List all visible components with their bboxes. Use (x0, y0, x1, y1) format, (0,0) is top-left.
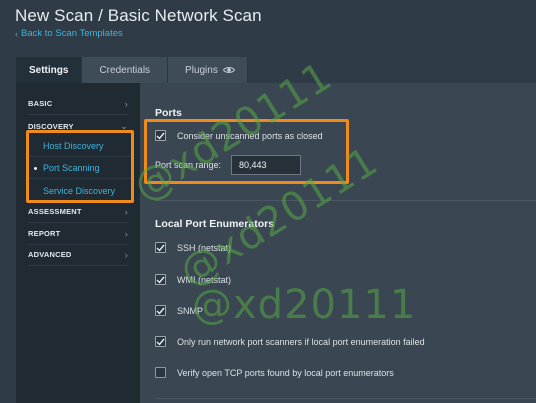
watermark-text: @xd20111 (192, 282, 417, 328)
tab-plugins[interactable]: Plugins (168, 57, 248, 83)
ssh-netstat-checkbox[interactable] (155, 242, 166, 253)
section-divider (155, 398, 536, 399)
sidebar-item-advanced[interactable]: ADVANCED › (28, 244, 128, 266)
only-run-network-scanners-option[interactable]: Only run network port scanners if local … (155, 336, 425, 347)
sidebar-highlight-box (26, 130, 134, 203)
verify-open-tcp-ports-option[interactable]: Verify open TCP ports found by local por… (155, 367, 394, 378)
page-header: New Scan / Basic Network Scan ‹ Back to … (0, 0, 536, 50)
chevron-right-icon: › (124, 206, 128, 217)
sidebar-item-report[interactable]: REPORT › (28, 223, 128, 245)
chevron-right-icon: › (124, 228, 128, 239)
checkmark-icon (156, 276, 165, 284)
back-link-label: Back to Scan Templates (21, 28, 123, 39)
eye-icon[interactable] (222, 66, 235, 74)
verify-open-tcp-ports-label: Verify open TCP ports found by local por… (177, 367, 394, 378)
tab-bar: Settings Credentials Plugins (16, 57, 248, 83)
chevron-right-icon: › (124, 249, 128, 260)
only-run-network-scanners-label: Only run network port scanners if local … (177, 336, 425, 347)
chevron-left-icon: ‹ (15, 28, 18, 39)
sidebar-item-basic[interactable]: BASIC › (28, 93, 128, 115)
page-title: New Scan / Basic Network Scan (15, 6, 262, 25)
wmi-netstat-checkbox[interactable] (155, 274, 166, 285)
sidebar-item-assessment[interactable]: ASSESSMENT › (28, 201, 128, 223)
chevron-right-icon: › (124, 98, 128, 109)
tab-settings[interactable]: Settings (16, 57, 83, 83)
verify-open-tcp-ports-checkbox[interactable] (155, 367, 166, 378)
tab-plugins-label: Plugins (185, 64, 218, 76)
sidebar-item-report-label: REPORT (28, 229, 61, 238)
checkmark-icon (156, 307, 165, 315)
tab-settings-label: Settings (29, 64, 69, 76)
checkmark-icon (156, 338, 165, 346)
sidebar-item-advanced-label: ADVANCED (28, 250, 72, 259)
tab-credentials-label: Credentials (99, 64, 151, 76)
sidebar-item-assessment-label: ASSESSMENT (28, 207, 82, 216)
checkmark-icon (156, 244, 165, 252)
snmp-checkbox[interactable] (155, 305, 166, 316)
back-to-templates-link[interactable]: ‹ Back to Scan Templates (15, 28, 123, 39)
only-run-network-scanners-checkbox[interactable] (155, 336, 166, 347)
sidebar-item-basic-label: BASIC (28, 99, 53, 108)
ports-section-title: Ports (155, 107, 182, 119)
tab-credentials[interactable]: Credentials (82, 57, 169, 83)
